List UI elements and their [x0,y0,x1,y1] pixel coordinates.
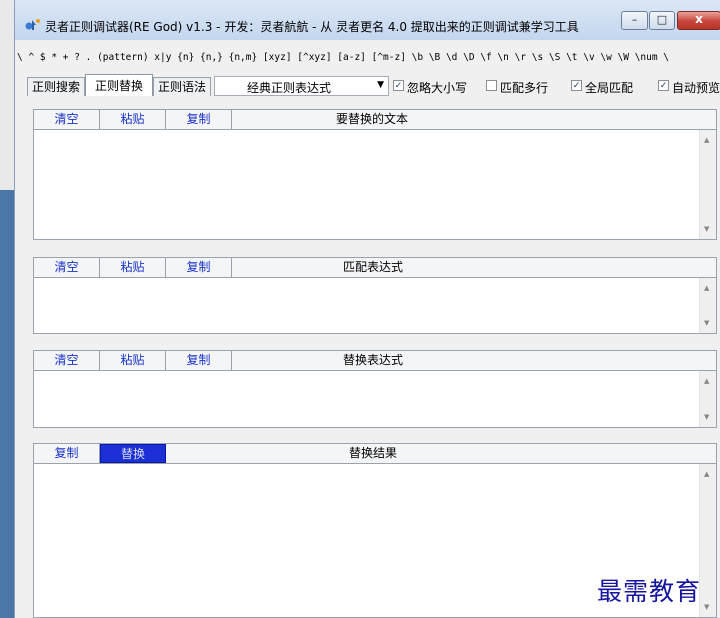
vertical-scrollbar[interactable]: ▲ ▼ [699,371,716,427]
scroll-down-icon[interactable]: ▼ [704,319,709,327]
source-copy-button[interactable]: 复制 [166,110,232,129]
chevron-down-icon: ▼ [377,80,384,90]
match-expression-header: 清空 粘贴 复制 匹配表达式 [33,257,717,278]
vertical-scrollbar[interactable]: ▲ ▼ [699,464,716,617]
scroll-up-icon[interactable]: ▲ [704,470,709,478]
maximize-icon: □ [656,13,668,26]
preset-select-value: 经典正则表达式 [247,81,332,95]
scroll-up-icon[interactable]: ▲ [704,377,709,385]
global-match-label: 全局匹配 [585,81,634,95]
match-clear-button[interactable]: 清空 [34,258,100,277]
close-button[interactable]: x [677,11,720,30]
source-text-header: 清空 粘贴 复制 要替换的文本 [33,109,717,130]
replace-expression-header: 清空 粘贴 复制 替换表达式 [33,350,717,371]
minimize-button[interactable]: – [621,11,648,30]
window-title: 灵者正则调试器(RE God) v1.3 - 开发：灵者航航 - 从 灵者更名 … [45,20,579,34]
regex-symbol-bar: \ ^ $ * + ? . (pattern) x|y {n} {n,} {n,… [15,43,720,69]
close-icon: x [695,12,703,26]
scroll-up-icon[interactable]: ▲ [704,284,709,292]
vertical-scrollbar[interactable]: ▲ ▼ [699,278,716,333]
checkbox-checked-icon: ✓ [571,80,582,91]
checkbox-checked-icon: ✓ [393,80,404,91]
result-header: 复制 替换 替换结果 [33,443,717,464]
checkbox-unchecked-icon [486,80,497,91]
replace-button[interactable]: 替换 [100,444,166,463]
replace-expression-input[interactable]: ▲ ▼ [33,371,717,428]
source-text-title: 要替换的文本 [336,112,409,126]
regex-symbol-list[interactable]: \ ^ $ * + ? . (pattern) x|y {n} {n,} {n,… [17,52,669,63]
scroll-down-icon[interactable]: ▼ [704,603,709,611]
background-left-strip [0,0,14,618]
background-left-strip-accent [0,190,14,618]
source-text-section: 清空 粘贴 复制 要替换的文本 ▲ ▼ [33,109,717,240]
match-copy-button[interactable]: 复制 [166,258,232,277]
app-window: 灵者正则调试器(RE God) v1.3 - 开发：灵者航航 - 从 灵者更名 … [14,0,720,618]
replace-paste-button[interactable]: 粘贴 [100,351,166,370]
auto-preview-label: 自动预览 [672,81,720,95]
multiline-label: 匹配多行 [500,81,549,95]
checkbox-checked-icon: ✓ [658,80,669,91]
scroll-up-icon[interactable]: ▲ [704,136,709,144]
tab-regex-replace[interactable]: 正则替换 [85,74,153,96]
match-paste-button[interactable]: 粘贴 [100,258,166,277]
replace-clear-button[interactable]: 清空 [34,351,100,370]
tab-regex-search[interactable]: 正则搜索 [27,77,85,96]
title-bar: 灵者正则调试器(RE God) v1.3 - 开发：灵者航航 - 从 灵者更名 … [15,0,720,40]
scroll-down-icon[interactable]: ▼ [704,225,709,233]
match-expression-section: 清空 粘贴 复制 匹配表达式 ▲ ▼ [33,257,717,334]
result-title: 替换结果 [349,446,398,460]
maximize-button[interactable]: □ [649,11,675,30]
minimize-icon: – [631,13,638,26]
replace-copy-button[interactable]: 复制 [166,351,232,370]
result-copy-button[interactable]: 复制 [34,444,100,463]
tab-regex-syntax[interactable]: 正则语法 [153,77,211,96]
watermark-text: 最需教育 [597,577,702,606]
replace-expression-title: 替换表达式 [343,353,404,367]
app-logo-icon [25,19,40,30]
scroll-down-icon[interactable]: ▼ [704,413,709,421]
preset-select[interactable]: 经典正则表达式 ▼ [214,76,389,96]
ignore-case-label: 忽略大小写 [407,81,468,95]
source-clear-button[interactable]: 清空 [34,110,100,129]
vertical-scrollbar[interactable]: ▲ ▼ [699,130,716,239]
source-paste-button[interactable]: 粘贴 [100,110,166,129]
match-expression-input[interactable]: ▲ ▼ [33,278,717,334]
replace-expression-section: 清空 粘贴 复制 替换表达式 ▲ ▼ [33,350,717,428]
match-expression-title: 匹配表达式 [343,260,404,274]
source-text-input[interactable]: ▲ ▼ [33,130,717,240]
